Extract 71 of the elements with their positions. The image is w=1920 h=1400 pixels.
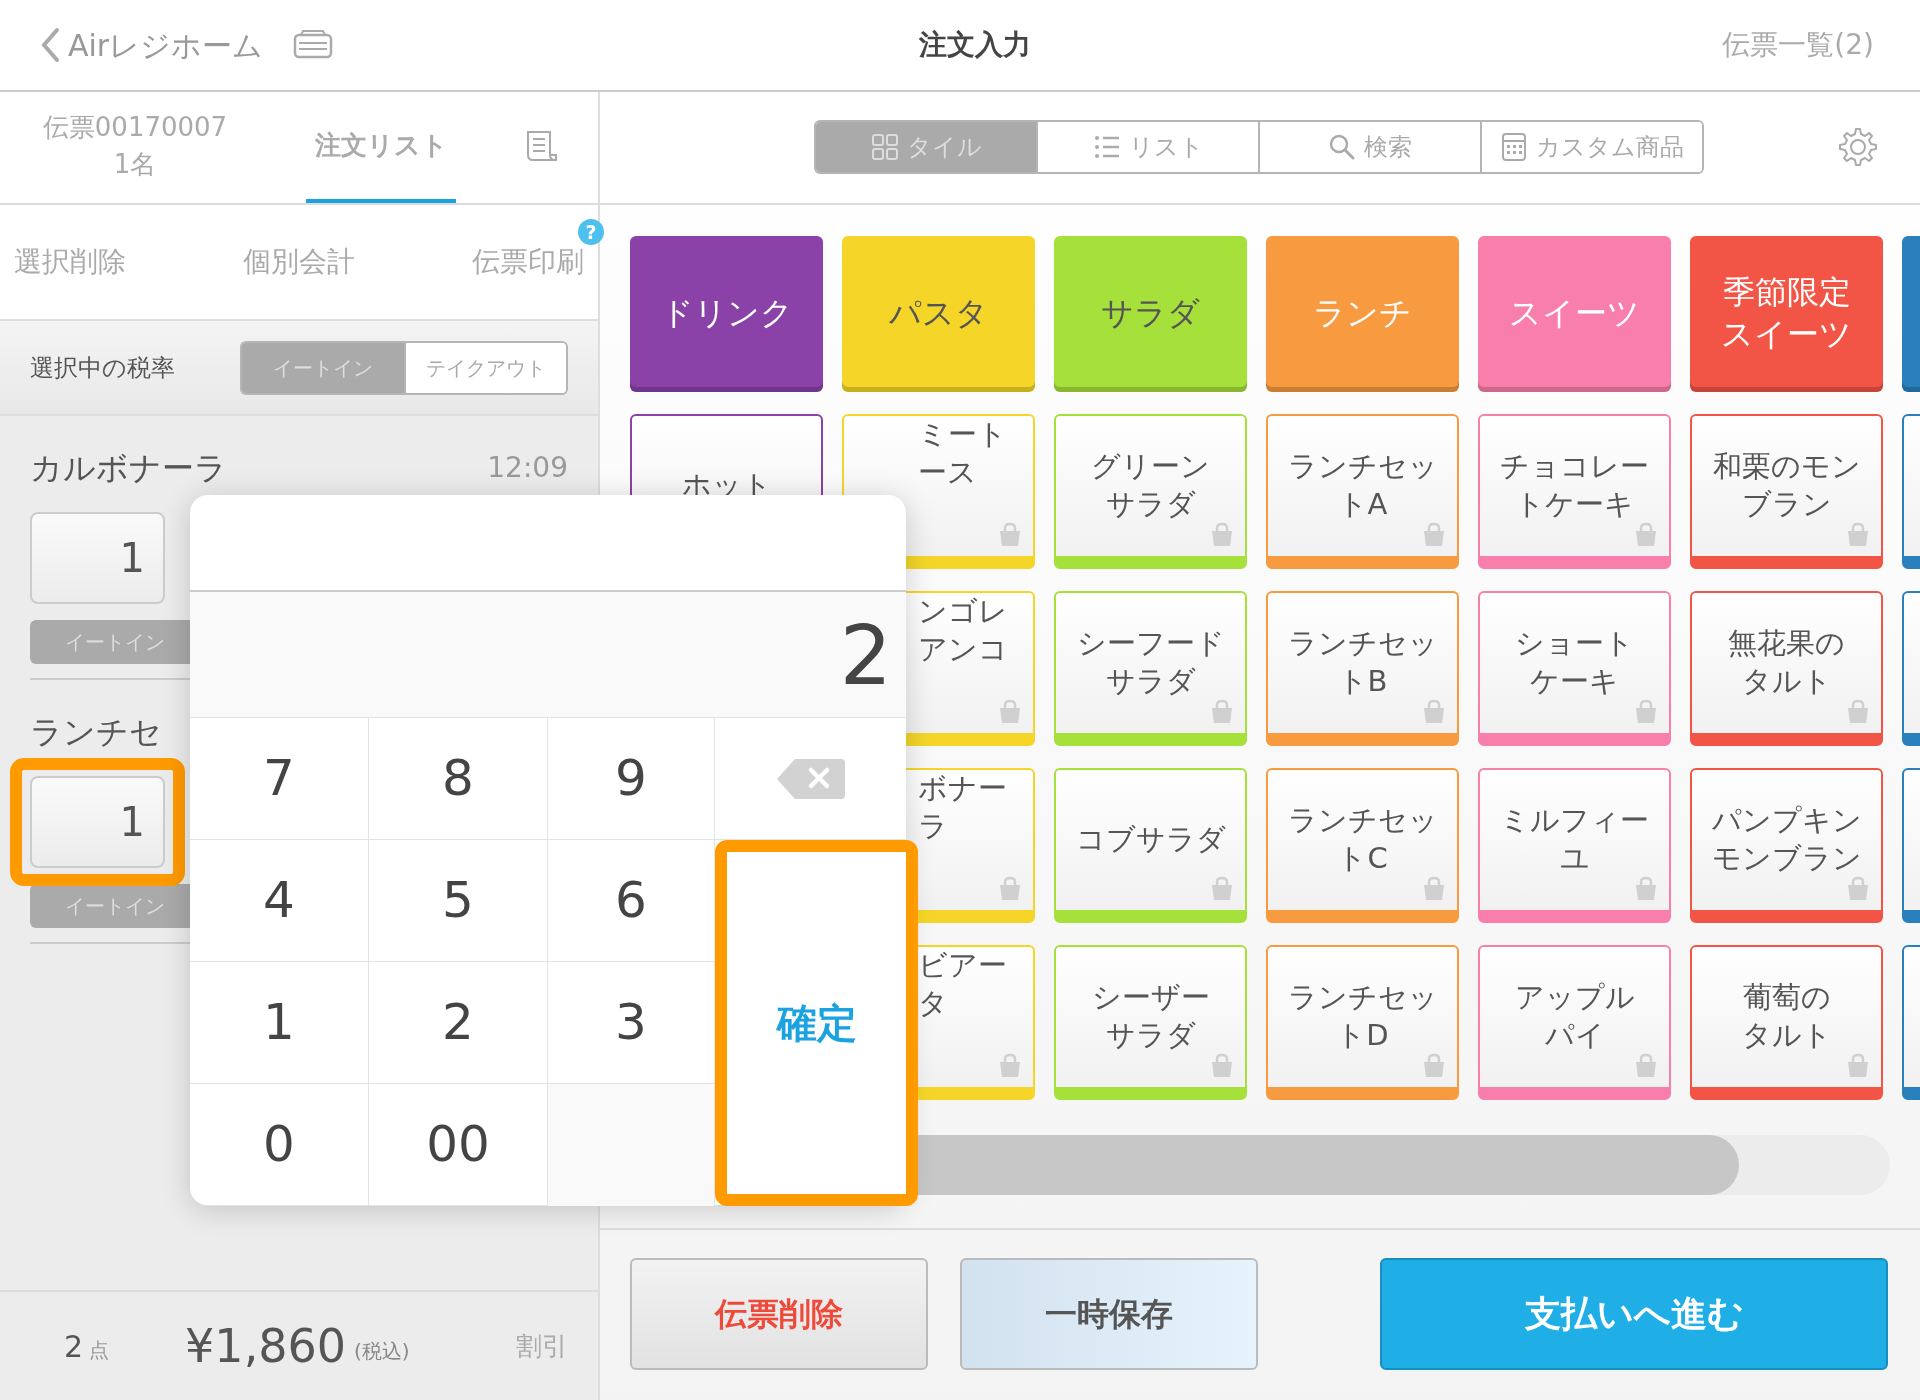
keypad-display: 2	[190, 590, 906, 718]
count-unit: 点	[89, 1337, 110, 1364]
hold-button[interactable]: 一時保存	[960, 1258, 1258, 1371]
basket-icon	[997, 521, 1023, 548]
category-tile[interactable]: パスタ	[842, 235, 1035, 392]
basket-icon	[1421, 1052, 1447, 1079]
backspace-key[interactable]	[715, 718, 906, 840]
product-tile[interactable]: シーザー サラダ	[1054, 944, 1247, 1100]
quantity-field[interactable]: 1	[30, 512, 165, 604]
keypad-key[interactable]: 7	[190, 718, 369, 840]
tax-rate-label: 選択中の税率	[30, 352, 175, 384]
basket-icon	[1633, 1052, 1659, 1079]
receipt-icon	[525, 128, 559, 163]
item-count: 2	[64, 1327, 84, 1366]
keypad-key[interactable]: 3	[548, 962, 715, 1084]
item-name: ランチセ	[30, 712, 162, 753]
product-tile[interactable]: シーフード サラダ	[1054, 590, 1247, 746]
basket-icon	[1845, 875, 1871, 902]
keypad-key[interactable]: 0	[190, 1084, 369, 1206]
basket-icon	[1209, 1052, 1235, 1079]
product-tile[interactable]: ランチセッ トD	[1266, 944, 1459, 1100]
quantity-field[interactable]: 1	[30, 776, 165, 868]
basket-icon	[1845, 1052, 1871, 1079]
product-tile[interactable]: 無花果の タルト	[1690, 590, 1883, 746]
category-tile[interactable]: サラダ	[1054, 235, 1247, 392]
basket-icon	[1845, 521, 1871, 548]
keypad-key[interactable]: 2	[369, 962, 548, 1084]
basket-icon	[1421, 698, 1447, 725]
search-icon	[1328, 133, 1356, 162]
basket-icon	[1421, 875, 1447, 902]
keypad-key[interactable]: 4	[190, 840, 369, 962]
grid-icon	[870, 133, 899, 162]
product-tile[interactable]: パンプキン モンブラン	[1690, 767, 1883, 923]
basket-icon	[1633, 698, 1659, 725]
keypad-key[interactable]: 00	[369, 1084, 548, 1206]
chevron-left-icon	[40, 27, 60, 63]
product-tile[interactable]: ランチセッ トB	[1266, 590, 1459, 746]
basket-icon	[997, 875, 1023, 902]
keypad-key[interactable]: 1	[190, 962, 369, 1084]
product-tile[interactable]: コブサラダ	[1054, 767, 1247, 923]
screen-title: 注文入力	[918, 28, 1031, 61]
product-tile[interactable]: チョコレー トケーキ	[1478, 413, 1671, 569]
product-tile[interactable]: ミルフィー ユ	[1478, 767, 1671, 923]
order-time: 12:09	[487, 450, 568, 486]
product-tile[interactable]: アップル パイ	[1478, 944, 1671, 1100]
drawer-icon[interactable]	[293, 29, 334, 61]
basket-icon	[997, 1052, 1023, 1079]
basket-icon	[1421, 521, 1447, 548]
basket-icon	[1209, 521, 1235, 548]
product-tile[interactable]: 和栗のモン ブラン	[1690, 413, 1883, 569]
basket-icon	[1633, 521, 1659, 548]
tax-note: (税込)	[354, 1338, 410, 1365]
product-tile[interactable]: グリーン サラダ	[1054, 413, 1247, 569]
product-tile[interactable]: ランチセッ トC	[1266, 767, 1459, 923]
basket-icon	[1845, 698, 1871, 725]
keypad-key[interactable]: 6	[548, 840, 715, 962]
calculator-icon	[1500, 133, 1528, 162]
total-amount: ¥1,860	[185, 1317, 347, 1375]
basket-icon	[1209, 875, 1235, 902]
keypad-key[interactable]: 5	[369, 840, 548, 962]
item-name: カルボナーラ	[30, 448, 227, 489]
product-tile[interactable]: ランチセッ トA	[1266, 413, 1459, 569]
basket-icon	[1209, 698, 1235, 725]
product-tile[interactable]: 葡萄の タルト	[1690, 944, 1883, 1100]
backspace-icon	[774, 756, 847, 801]
keypad-key[interactable]: 8	[369, 718, 548, 840]
product-tile[interactable]: ショート ケーキ	[1478, 590, 1671, 746]
category-tile[interactable]: ドリンク	[630, 235, 823, 392]
keypad-key[interactable]: 9	[548, 718, 715, 840]
basket-icon	[1633, 875, 1659, 902]
basket-icon	[997, 698, 1023, 725]
